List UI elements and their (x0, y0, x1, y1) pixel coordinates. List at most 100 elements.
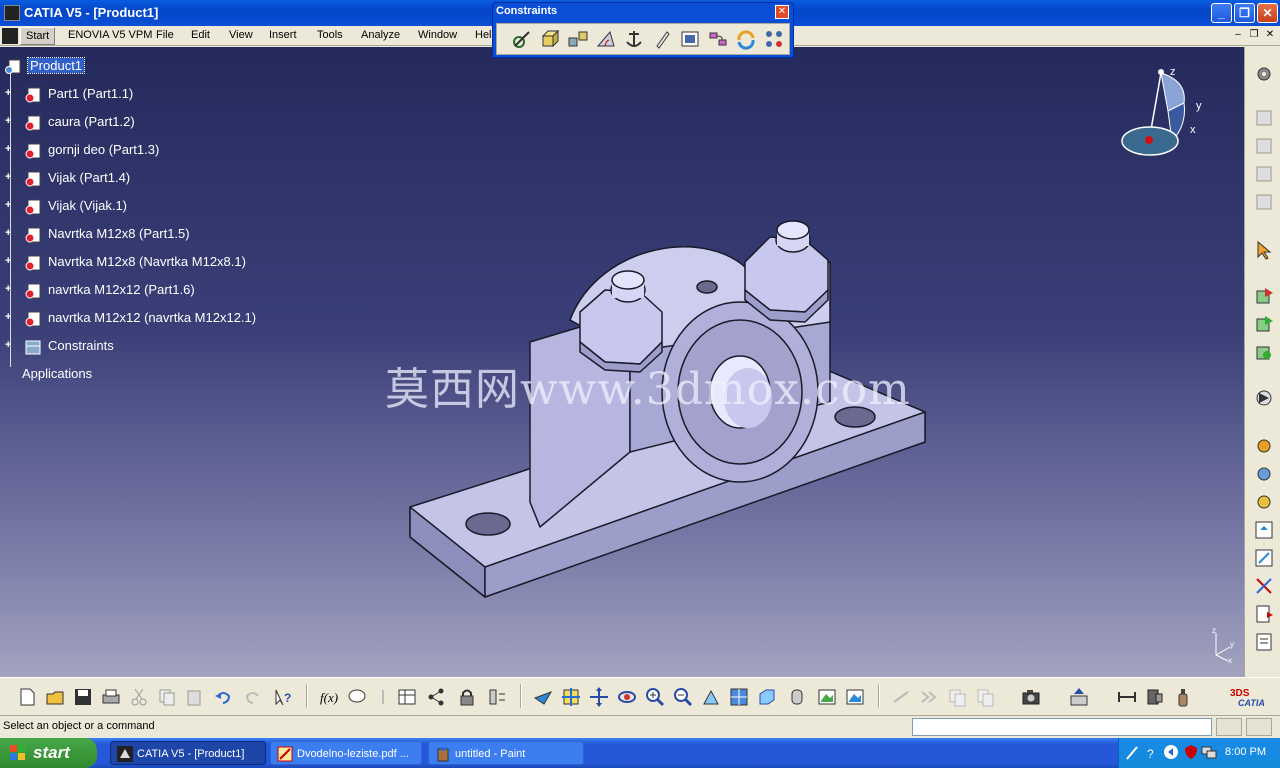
pen-tray-icon[interactable] (1125, 745, 1139, 761)
menu-edit[interactable]: Edit (191, 29, 210, 41)
cut-icon[interactable] (128, 686, 150, 708)
clash-icon[interactable] (1144, 686, 1166, 708)
save-icon[interactable] (72, 686, 94, 708)
multi-instantiation-icon[interactable] (1253, 463, 1275, 485)
fix-component-icon[interactable] (623, 28, 645, 50)
menu-start[interactable]: Start (20, 27, 56, 45)
explode-icon[interactable] (1253, 341, 1275, 363)
replace-component-icon[interactable] (1253, 519, 1275, 541)
task-paint[interactable]: untitled - Paint (428, 741, 584, 765)
flexible-rigid-subassembly-icon[interactable] (707, 28, 729, 50)
status-cancel-button[interactable] (1246, 718, 1272, 736)
export-icon[interactable] (1068, 686, 1090, 708)
expand-icon[interactable]: + (5, 312, 14, 323)
hide-show-icon[interactable] (816, 686, 838, 708)
compass-widget[interactable]: z y x (1112, 63, 1212, 163)
snap-icon[interactable] (1253, 313, 1275, 335)
select-arrow-icon[interactable] (1253, 239, 1275, 261)
back-tray-icon[interactable] (1163, 744, 1179, 760)
network-tray-icon[interactable] (1201, 744, 1217, 760)
angle-constraint-icon[interactable] (595, 28, 617, 50)
constraints-toolbar[interactable]: Constraints ✕ (492, 2, 794, 58)
formula-icon[interactable]: f(x) (318, 686, 340, 708)
measure-between-icon[interactable] (890, 686, 912, 708)
menu-tools[interactable]: Tools (317, 29, 343, 41)
help-tray-icon[interactable]: ? (1145, 745, 1157, 761)
menu-enovia[interactable]: ENOVIA V5 VPM (68, 29, 152, 41)
clash-stop-icon[interactable] (1253, 387, 1275, 409)
insert-part-icon[interactable] (1253, 163, 1275, 185)
pattern-icon[interactable] (1253, 491, 1275, 513)
zoom-out-icon[interactable] (672, 686, 694, 708)
security-shield-icon[interactable] (1183, 744, 1199, 760)
law-icon[interactable] (372, 686, 394, 708)
quick-constraint-icon[interactable] (679, 28, 701, 50)
shading-icon[interactable] (786, 686, 808, 708)
gear-icon[interactable] (1253, 63, 1275, 85)
doc-close-button[interactable]: ✕ (1262, 28, 1278, 43)
isometric-view-icon[interactable] (756, 686, 778, 708)
expand-icon[interactable]: + (5, 200, 14, 211)
sort-icon[interactable] (486, 686, 508, 708)
menu-insert[interactable]: Insert (269, 29, 297, 41)
status-button-1[interactable] (1216, 718, 1242, 736)
menu-view[interactable]: View (229, 29, 253, 41)
lock-icon[interactable] (456, 686, 478, 708)
constraints-close-button[interactable]: ✕ (775, 5, 789, 19)
normal-view-icon[interactable] (700, 686, 722, 708)
catalog-browser-icon[interactable] (426, 686, 448, 708)
doc-restore-button[interactable]: ❐ (1246, 28, 1262, 43)
pan-icon[interactable] (588, 686, 610, 708)
fit-all-in-icon[interactable] (560, 686, 582, 708)
existing-component-icon[interactable] (1253, 191, 1275, 213)
coincidence-constraint-icon[interactable] (511, 28, 533, 50)
catia-logo-icon[interactable] (2, 28, 18, 44)
zoom-in-icon[interactable] (644, 686, 666, 708)
generate-numbering-icon[interactable] (1253, 575, 1275, 597)
expand-icon[interactable]: + (5, 116, 14, 127)
expand-icon[interactable]: + (5, 340, 14, 351)
offset-constraint-icon[interactable] (567, 28, 589, 50)
task-pdf[interactable]: Dvodelno-leziste.pdf ... (270, 741, 422, 765)
knowledge-advisor-icon[interactable] (346, 686, 368, 708)
print-icon[interactable] (100, 686, 122, 708)
menu-window[interactable]: Window (418, 29, 457, 41)
expand-icon[interactable]: + (5, 284, 14, 295)
manipulation-icon[interactable] (1253, 285, 1275, 307)
fly-mode-icon[interactable] (532, 686, 554, 708)
expand-icon[interactable]: + (5, 144, 14, 155)
multi-view-icon[interactable] (728, 686, 750, 708)
minimize-button[interactable]: _ (1211, 3, 1232, 23)
task-catia[interactable]: CATIA V5 - [Product1] (110, 741, 266, 765)
menu-file[interactable]: File (156, 29, 174, 41)
contact-constraint-icon[interactable] (539, 28, 561, 50)
doc-minimize-button[interactable]: – (1230, 28, 1246, 43)
section-bottle-icon[interactable] (1172, 686, 1194, 708)
paste-icon[interactable] (184, 686, 206, 708)
command-input[interactable] (912, 718, 1212, 736)
change-constraint-icon[interactable] (735, 28, 757, 50)
menu-analyze[interactable]: Analyze (361, 29, 400, 41)
copy-icon[interactable] (156, 686, 178, 708)
measure-inertia-icon[interactable] (946, 686, 968, 708)
maximize-button[interactable]: ❐ (1234, 3, 1255, 23)
reuse-pattern-icon[interactable] (763, 28, 785, 50)
rotate-icon[interactable] (616, 686, 638, 708)
expand-icon[interactable]: + (5, 228, 14, 239)
swap-visible-space-icon[interactable] (844, 686, 866, 708)
bill-of-material-icon[interactable] (1253, 603, 1275, 625)
camera-icon[interactable] (1020, 686, 1042, 708)
redo-icon[interactable] (242, 686, 264, 708)
analyze-constraints-icon[interactable] (1253, 631, 1275, 653)
new-file-icon[interactable] (16, 686, 38, 708)
close-button[interactable]: ✕ (1257, 3, 1278, 23)
start-button[interactable]: start (0, 738, 97, 768)
distance-icon[interactable] (1116, 686, 1138, 708)
update-all-icon[interactable] (1253, 435, 1275, 457)
graph-tree-reordering-icon[interactable] (1253, 547, 1275, 569)
sectioning-icon[interactable] (974, 686, 996, 708)
expand-icon[interactable]: + (5, 88, 14, 99)
expand-icon[interactable]: + (5, 172, 14, 183)
insert-product-icon[interactable] (1253, 107, 1275, 129)
measure-item-icon[interactable] (918, 686, 940, 708)
